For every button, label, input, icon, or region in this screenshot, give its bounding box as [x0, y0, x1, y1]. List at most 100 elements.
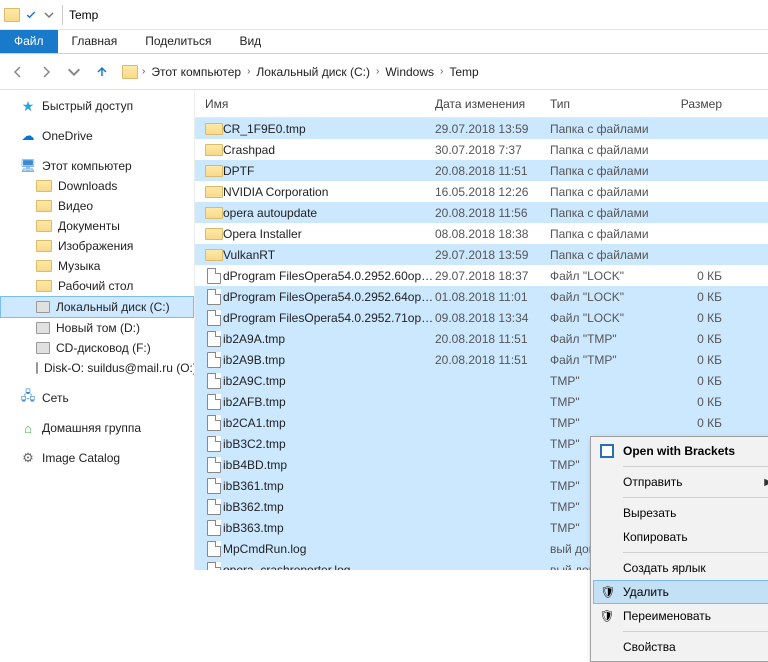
- folder-icon[interactable]: [4, 8, 20, 22]
- row-date: 16.05.2018 12:26: [435, 185, 550, 199]
- tree-label: Быстрый доступ: [42, 99, 133, 113]
- tree-label: Документы: [58, 219, 120, 233]
- tree-label: Изображения: [58, 239, 133, 253]
- tab-view[interactable]: Вид: [225, 30, 275, 53]
- tree-label: CD-дисковод (F:): [56, 341, 151, 355]
- breadcrumb-segment[interactable]: Локальный диск (C:): [254, 63, 372, 81]
- file-icon: [205, 562, 223, 571]
- row-type: Папка с файлами: [550, 185, 662, 199]
- breadcrumb-segment[interactable]: Этот компьютер: [149, 63, 243, 81]
- menu-send-to[interactable]: Отправить ▶: [593, 470, 768, 494]
- tree-quick-access[interactable]: ★Быстрый доступ: [0, 96, 194, 116]
- tree-image-catalog[interactable]: ⚙Image Catalog: [0, 448, 194, 468]
- tree-item[interactable]: Документы: [0, 216, 194, 236]
- tree-item[interactable]: Локальный диск (C:): [0, 296, 194, 318]
- menu-create-shortcut[interactable]: Создать ярлык: [593, 556, 768, 580]
- chevron-right-icon[interactable]: ›: [438, 66, 445, 77]
- tree-item[interactable]: Disk-O: suildus@mail.ru (O:): [0, 358, 194, 378]
- folder-icon: [122, 65, 138, 79]
- folder-icon: [36, 260, 52, 272]
- tree-item[interactable]: Рабочий стол: [0, 276, 194, 296]
- row-name: opera_crashreporter.log: [223, 563, 435, 571]
- table-row[interactable]: CR_1F9E0.tmp29.07.2018 13:59Папка с файл…: [195, 118, 768, 139]
- file-icon: [205, 457, 223, 473]
- table-row[interactable]: dProgram FilesOpera54.0.2952.64opera_...…: [195, 286, 768, 307]
- table-row[interactable]: Opera Installer08.08.2018 18:38Папка с ф…: [195, 223, 768, 244]
- window-title: Temp: [69, 8, 98, 22]
- main-area: ★Быстрый доступ ☁OneDrive 🖥Этот компьюте…: [0, 90, 768, 570]
- row-type: Файл "TMP": [550, 332, 662, 346]
- chevron-right-icon: ▶: [764, 477, 768, 488]
- tree-item[interactable]: CD-дисковод (F:): [0, 338, 194, 358]
- tree-item[interactable]: Изображения: [0, 236, 194, 256]
- column-date[interactable]: Дата изменения: [435, 97, 550, 111]
- row-name: VulkanRT: [223, 248, 435, 262]
- file-icon: [205, 499, 223, 515]
- table-row[interactable]: DPTF20.08.2018 11:51Папка с файлами: [195, 160, 768, 181]
- tree-homegroup[interactable]: ⌂Домашняя группа: [0, 418, 194, 438]
- menu-rename[interactable]: 🛡 Переименовать: [593, 604, 768, 628]
- row-name: ibB4BD.tmp: [223, 458, 435, 472]
- chevron-right-icon[interactable]: ›: [140, 66, 147, 77]
- tree-item[interactable]: Downloads: [0, 176, 194, 196]
- menu-delete[interactable]: 🛡 Удалить: [593, 580, 768, 604]
- folder-icon: [36, 280, 52, 292]
- table-row[interactable]: dProgram FilesOpera54.0.2952.71opera_...…: [195, 307, 768, 328]
- table-row[interactable]: dProgram FilesOpera54.0.2952.60opera_...…: [195, 265, 768, 286]
- row-date: 20.08.2018 11:56: [435, 206, 550, 220]
- menu-properties[interactable]: Свойства: [593, 635, 768, 659]
- tree-item[interactable]: Видео: [0, 196, 194, 216]
- chevron-right-icon[interactable]: ›: [245, 66, 252, 77]
- menu-cut[interactable]: Вырезать: [593, 501, 768, 525]
- breadcrumb-segment[interactable]: Temp: [447, 63, 480, 81]
- breadcrumb-path[interactable]: › Этот компьютер › Локальный диск (C:) ›…: [118, 60, 762, 84]
- column-type[interactable]: Тип: [550, 97, 662, 111]
- table-row[interactable]: ib2CA1.tmpTMP"0 КБ: [195, 412, 768, 433]
- qat-check-icon[interactable]: [24, 8, 38, 22]
- table-row[interactable]: ib2AFB.tmpTMP"0 КБ: [195, 391, 768, 412]
- column-name[interactable]: Имя: [205, 97, 435, 111]
- nav-up-button[interactable]: [90, 60, 114, 84]
- table-row[interactable]: NVIDIA Corporation16.05.2018 12:26Папка …: [195, 181, 768, 202]
- tab-file[interactable]: Файл: [0, 30, 58, 53]
- tab-share[interactable]: Поделиться: [131, 30, 225, 53]
- row-name: NVIDIA Corporation: [223, 185, 435, 199]
- tree-this-pc[interactable]: 🖥Этот компьютер: [0, 156, 194, 176]
- menu-open-with-brackets[interactable]: Open with Brackets: [593, 439, 768, 463]
- table-row[interactable]: VulkanRT29.07.2018 13:59Папка с файлами: [195, 244, 768, 265]
- tree-label: Сеть: [42, 391, 69, 405]
- folder-icon: [205, 165, 223, 177]
- tab-home[interactable]: Главная: [58, 30, 132, 53]
- file-icon: [205, 436, 223, 452]
- tree-onedrive[interactable]: ☁OneDrive: [0, 126, 194, 146]
- computer-icon: 🖥: [20, 159, 36, 173]
- nav-back-button[interactable]: [6, 60, 30, 84]
- table-row[interactable]: ib2A9A.tmp20.08.2018 11:51Файл "TMP"0 КБ: [195, 328, 768, 349]
- row-type: Папка с файлами: [550, 206, 662, 220]
- row-type: Папка с файлами: [550, 227, 662, 241]
- navigation-tree[interactable]: ★Быстрый доступ ☁OneDrive 🖥Этот компьюте…: [0, 90, 195, 570]
- nav-forward-button[interactable]: [34, 60, 58, 84]
- row-name: DPTF: [223, 164, 435, 178]
- table-row[interactable]: ib2A9C.tmpTMP"0 КБ: [195, 370, 768, 391]
- qat-dropdown-icon[interactable]: [42, 8, 56, 22]
- titlebar: Temp: [0, 0, 768, 30]
- row-date: 29.07.2018 13:59: [435, 122, 550, 136]
- menu-label: Копировать: [623, 530, 688, 544]
- nav-recent-button[interactable]: [62, 60, 86, 84]
- table-row[interactable]: ib2A9B.tmp20.08.2018 11:51Файл "TMP"0 КБ: [195, 349, 768, 370]
- table-row[interactable]: Crashpad30.07.2018 7:37Папка с файлами: [195, 139, 768, 160]
- row-name: ib2A9C.tmp: [223, 374, 435, 388]
- row-type: Папка с файлами: [550, 248, 662, 262]
- tree-network[interactable]: 🖧 Сеть: [0, 388, 194, 408]
- tree-item[interactable]: Новый том (D:): [0, 318, 194, 338]
- table-row[interactable]: opera autoupdate20.08.2018 11:56Папка с …: [195, 202, 768, 223]
- folder-icon: [36, 200, 52, 212]
- menu-copy[interactable]: Копировать: [593, 525, 768, 549]
- chevron-right-icon[interactable]: ›: [374, 66, 381, 77]
- column-size[interactable]: Размер: [662, 97, 722, 111]
- tree-item[interactable]: Музыка: [0, 256, 194, 276]
- network-icon: 🖧: [20, 391, 36, 405]
- breadcrumb-segment[interactable]: Windows: [383, 63, 436, 81]
- row-name: dProgram FilesOpera54.0.2952.60opera_...: [223, 269, 435, 283]
